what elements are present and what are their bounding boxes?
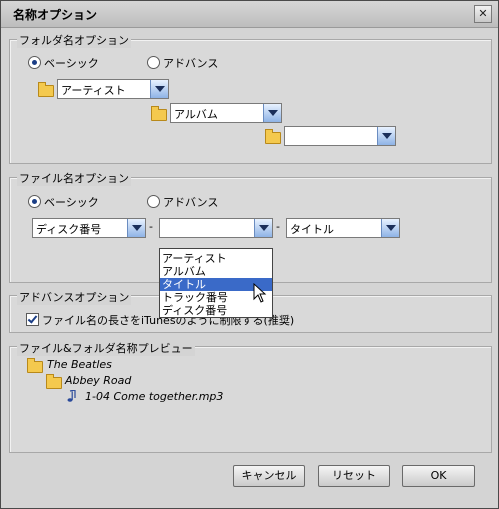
dropdown-option[interactable]: アルバム	[160, 265, 272, 278]
folder-level2-value: アルバム	[174, 108, 218, 121]
mouse-cursor-icon	[253, 283, 267, 303]
folder-basic-label: ベーシック	[44, 57, 99, 70]
chevron-down-icon[interactable]	[377, 127, 395, 145]
file-part1-select[interactable]: ディスク番号	[32, 218, 146, 238]
title-bar: 名称オプション ✕	[1, 1, 498, 28]
file-part2-select[interactable]	[159, 218, 273, 238]
chevron-down-icon[interactable]	[381, 219, 399, 237]
file-name-legend: ファイル名オプション	[17, 170, 131, 186]
chevron-down-icon[interactable]	[254, 219, 272, 237]
folder-name-legend: フォルダ名オプション	[17, 32, 131, 48]
folder-icon	[38, 82, 54, 97]
file-part3-value: タイトル	[290, 223, 334, 236]
separator-dash: -	[276, 220, 280, 233]
ok-button[interactable]: OK	[402, 465, 475, 487]
folder-icon	[27, 358, 43, 373]
preview-album: Abbey Road	[65, 374, 132, 387]
folder-icon	[151, 106, 167, 121]
name-options-dialog: 名称オプション ✕ フォルダ名オプション ベーシック アドバンス アーティスト …	[0, 0, 499, 509]
folder-level1-select[interactable]: アーティスト	[57, 79, 169, 99]
dropdown-option[interactable]: アーティスト	[160, 252, 272, 265]
chevron-down-icon[interactable]	[127, 219, 145, 237]
dialog-title: 名称オプション	[13, 8, 98, 22]
file-part3-select[interactable]: タイトル	[286, 218, 400, 238]
file-advanced-label: アドバンス	[163, 196, 219, 209]
folder-basic-radio[interactable]	[28, 56, 41, 69]
file-basic-label: ベーシック	[44, 196, 99, 209]
folder-level3-select[interactable]	[284, 126, 396, 146]
cancel-button[interactable]: キャンセル	[233, 465, 305, 487]
preview-artist: The Beatles	[47, 358, 112, 371]
folder-icon	[46, 374, 62, 389]
folder-level2-select[interactable]: アルバム	[170, 103, 282, 123]
dropdown-option[interactable]: ディスク番号	[160, 304, 272, 317]
close-icon[interactable]: ✕	[474, 5, 492, 23]
music-note-icon	[67, 390, 76, 402]
folder-icon	[265, 129, 281, 144]
folder-advanced-radio[interactable]	[147, 56, 160, 69]
limit-length-checkbox[interactable]	[26, 313, 39, 326]
file-part1-value: ディスク番号	[36, 223, 102, 236]
file-basic-radio[interactable]	[28, 195, 41, 208]
preview-legend: ファイル&フォルダ名称プレビュー	[17, 340, 195, 356]
reset-button[interactable]: リセット	[318, 465, 390, 487]
advanced-options-legend: アドバンスオプション	[17, 289, 132, 305]
folder-advanced-label: アドバンス	[163, 57, 219, 70]
separator-dash: -	[149, 220, 153, 233]
preview-file: 1-04 Come together.mp3	[85, 390, 224, 403]
chevron-down-icon[interactable]	[263, 104, 281, 122]
file-advanced-radio[interactable]	[147, 195, 160, 208]
chevron-down-icon[interactable]	[150, 80, 168, 98]
folder-level1-value: アーティスト	[61, 84, 126, 97]
